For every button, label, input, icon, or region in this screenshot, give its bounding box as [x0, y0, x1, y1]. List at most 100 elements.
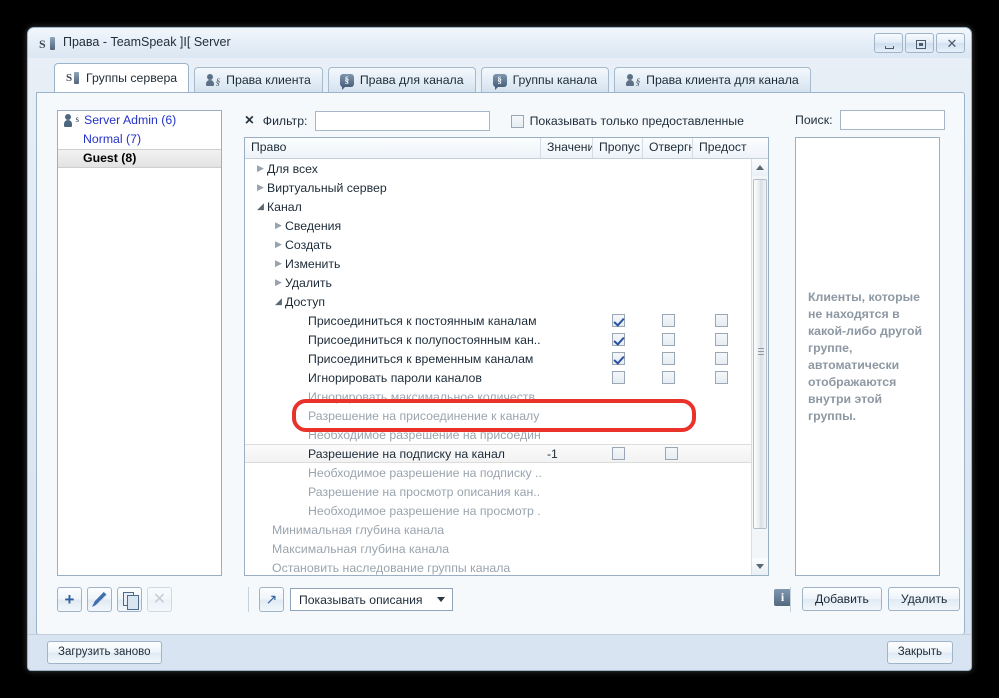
table-row[interactable]: ▶ Для всех — [245, 159, 768, 178]
table-row[interactable]: ▶ Изменить — [245, 254, 768, 273]
row-grant-checkbox[interactable] — [715, 333, 728, 346]
pencil-icon — [92, 592, 107, 607]
column-header-permission[interactable]: Право — [245, 138, 541, 158]
tab-channel-permissions[interactable]: § Права для канала — [327, 67, 476, 92]
info-button[interactable]: i — [774, 589, 791, 606]
copy-group-button[interactable] — [117, 587, 142, 612]
row-label: Сведения — [285, 218, 342, 233]
table-row[interactable]: Минимальная глубина канала — [245, 520, 768, 539]
tab-label: Группы сервера — [86, 71, 178, 85]
x-icon: ✕ — [152, 591, 167, 608]
add-group-button[interactable]: + — [57, 587, 82, 612]
close-icon: ✕ — [946, 36, 958, 51]
row-value[interactable]: -1 — [541, 447, 593, 461]
table-row[interactable]: Остановить наследование группы канала — [245, 558, 768, 575]
chevron-right-icon[interactable]: ▶ — [272, 258, 285, 269]
chevron-right-icon[interactable]: ▶ — [254, 163, 267, 174]
row-negate-checkbox[interactable] — [661, 352, 675, 365]
tab-client-permissions[interactable]: § Права клиента — [194, 67, 323, 92]
tree-vertical-scrollbar[interactable] — [751, 159, 768, 575]
table-row[interactable]: Разрешение на присоединение к каналу — [245, 406, 768, 425]
table-row[interactable]: Необходимое разрешение на просмотр ... — [245, 501, 768, 520]
column-header-value[interactable]: Значени — [541, 138, 593, 158]
table-row[interactable]: Игнорировать пароли каналов — [245, 368, 768, 387]
table-row[interactable]: Присоединиться к временным каналам — [245, 349, 768, 368]
show-descriptions-select[interactable]: Показывать описания — [290, 588, 453, 611]
scrollbar-thumb[interactable] — [753, 179, 767, 529]
close-button[interactable]: ✕ — [936, 33, 965, 53]
table-row[interactable]: Необходимое разрешение на подписку ... — [245, 463, 768, 482]
row-skip-checkbox[interactable] — [611, 371, 625, 384]
chevron-down-icon[interactable]: ◢ — [272, 296, 285, 307]
chevron-right-icon[interactable]: ▶ — [272, 239, 285, 250]
table-row[interactable]: ◢ Канал — [245, 197, 768, 216]
table-row[interactable]: Игнорировать максимальное количеств... — [245, 387, 768, 406]
table-row[interactable]: ▶ Создать — [245, 235, 768, 254]
table-row[interactable]: Присоединиться к полупостоянным кан... — [245, 330, 768, 349]
granted-only-toggle[interactable]: Показывать только предоставленные — [510, 114, 744, 128]
server-icon: S — [66, 71, 80, 85]
chevron-right-icon[interactable]: ▶ — [272, 277, 285, 288]
tab-channel-groups[interactable]: § Группы канала — [480, 67, 610, 92]
row-skip-checkbox[interactable] — [611, 333, 625, 346]
row-grant-checkbox[interactable] — [665, 447, 678, 460]
row-negate-checkbox[interactable] — [661, 314, 675, 327]
column-header-skip[interactable]: Пропус — [593, 138, 643, 158]
table-row[interactable]: ▶ Виртуальный сервер — [245, 178, 768, 197]
group-item-server-admin[interactable]: s Server Admin (6) — [58, 111, 221, 130]
row-label: Удалить — [285, 275, 332, 290]
row-grant-checkbox[interactable] — [715, 371, 728, 384]
row-negate-checkbox[interactable] — [661, 371, 675, 384]
table-row[interactable]: Разрешение на просмотр описания кан... — [245, 482, 768, 501]
table-row[interactable]: Необходимое разрешение на присоедин... — [245, 425, 768, 444]
clear-filter-icon[interactable]: × — [244, 113, 255, 129]
table-row[interactable]: ◢ Доступ — [245, 292, 768, 311]
remove-member-button[interactable]: Удалить — [887, 587, 961, 611]
row-label: Минимальная глубина канала — [272, 522, 445, 537]
grip-icon — [758, 348, 764, 355]
edit-group-button[interactable] — [87, 587, 112, 612]
expand-all-button[interactable] — [259, 587, 284, 612]
row-negate-checkbox[interactable] — [661, 333, 675, 346]
row-label: Присоединиться к полупостоянным кан... — [308, 332, 541, 347]
tab-server-groups[interactable]: S Группы сервера — [54, 63, 190, 92]
scroll-up-button[interactable] — [752, 159, 768, 176]
minimize-button[interactable] — [874, 33, 903, 53]
search-input[interactable] — [839, 110, 945, 130]
row-negate-checkbox[interactable] — [611, 447, 625, 460]
table-row[interactable]: ▶ Сведения — [245, 216, 768, 235]
triangle-up-icon — [756, 165, 764, 170]
permissions-window: S Права - TeamSpeak ]I[ Server ✕ S Групп… — [27, 27, 972, 671]
table-row[interactable]: ▶ Удалить — [245, 273, 768, 292]
column-header-negate[interactable]: Отвергн — [643, 138, 693, 158]
row-grant-checkbox[interactable] — [715, 314, 728, 327]
granted-only-checkbox[interactable] — [510, 114, 524, 128]
row-grant-checkbox[interactable] — [715, 352, 728, 365]
server-groups-list[interactable]: s Server Admin (6) Normal (7) Guest (8) — [57, 110, 222, 576]
filter-row: × Фильтр: Показывать только предоставлен… — [244, 110, 744, 132]
reload-button[interactable]: Загрузить заново — [47, 641, 162, 664]
add-member-button[interactable]: Добавить — [802, 587, 882, 611]
tab-client-channel-permissions[interactable]: § Права клиента для канала — [614, 67, 811, 92]
chevron-down-icon[interactable]: ◢ — [254, 201, 267, 212]
row-label: Остановить наследование группы канала — [272, 560, 511, 575]
permissions-tree[interactable]: Право Значени Пропус Отвергн Предост ▶ Дл… — [244, 137, 769, 576]
chevron-right-icon[interactable]: ▶ — [272, 220, 285, 231]
filter-input[interactable] — [315, 111, 490, 131]
table-row[interactable]: Максимальная глубина канала — [245, 539, 768, 558]
chevron-right-icon[interactable]: ▶ — [254, 182, 267, 193]
maximize-button[interactable] — [905, 33, 934, 53]
row-label: Игнорировать максимальное количеств... — [308, 389, 541, 404]
row-skip-checkbox[interactable] — [611, 314, 625, 327]
delete-group-button[interactable]: ✕ — [147, 587, 172, 612]
group-item-guest[interactable]: Guest (8) — [58, 149, 221, 168]
column-header-grant[interactable]: Предост — [693, 138, 750, 158]
row-skip-checkbox[interactable] — [611, 352, 625, 365]
table-row[interactable]: Присоединиться к постоянным каналам — [245, 311, 768, 330]
triangle-down-icon — [756, 564, 764, 569]
scroll-down-button[interactable] — [752, 558, 768, 575]
group-item-normal[interactable]: Normal (7) — [58, 130, 221, 149]
close-dialog-button[interactable]: Закрыть — [886, 641, 953, 664]
table-row-selected[interactable]: Разрешение на подписку на канал -1 — [245, 444, 768, 463]
group-label: Server Admin (6) — [84, 113, 177, 127]
